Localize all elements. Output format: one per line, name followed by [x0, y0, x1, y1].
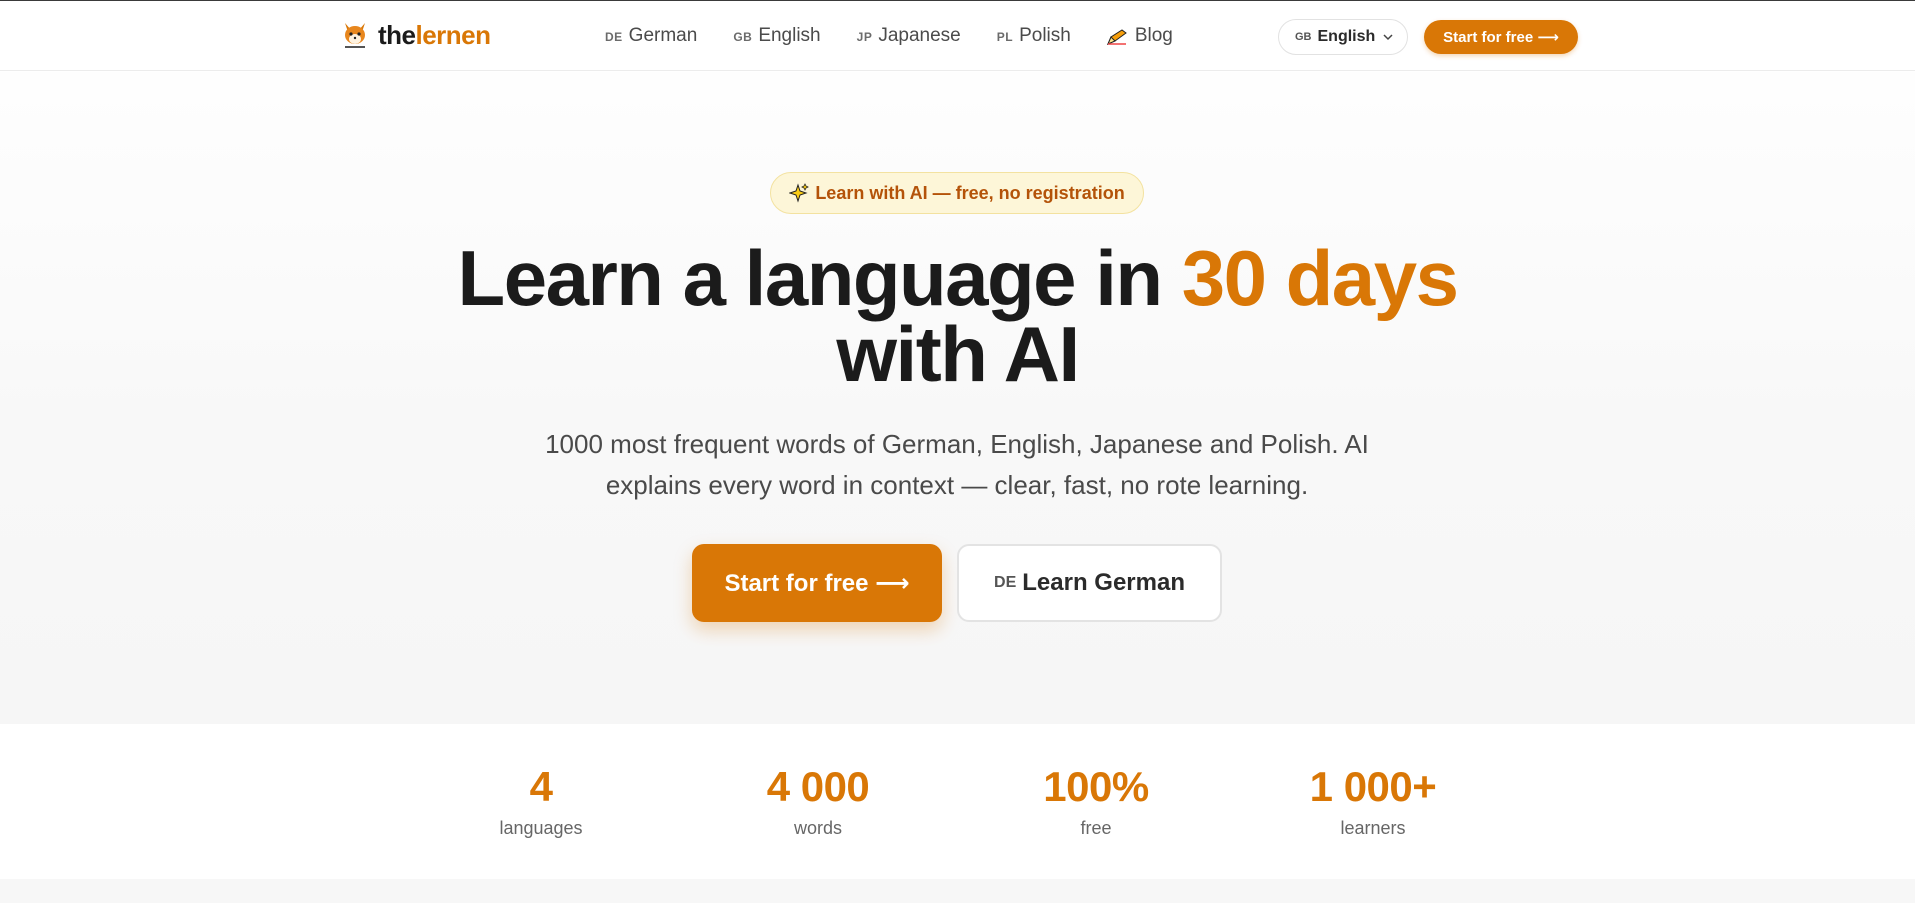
nav-label: Polish	[1019, 25, 1071, 46]
site-header: thelernen DE German GB English JP Japane…	[0, 1, 1915, 71]
stat-value: 1 000+	[1309, 763, 1437, 810]
stat-label: languages	[499, 818, 583, 838]
learn-german-label: Learn German	[1022, 569, 1185, 596]
logo-text-the: the	[378, 19, 416, 50]
nav-item-german[interactable]: DE German	[605, 25, 697, 47]
headline-text: with AI	[836, 310, 1080, 398]
headline-accent: 30 days	[1181, 234, 1459, 322]
flag-code-de: DE	[605, 30, 623, 44]
flag-code-gb: GB	[733, 30, 753, 44]
flag-code-de: DE	[994, 574, 1017, 591]
chevron-down-icon	[1383, 34, 1393, 41]
header-start-button[interactable]: Start for free ⟶	[1424, 20, 1578, 54]
nav-item-japanese[interactable]: JP Japanese	[857, 25, 961, 47]
stat-value: 100%	[1043, 763, 1149, 810]
stat-languages: 4 languages	[441, 764, 641, 839]
stat-value: 4 000	[766, 763, 870, 810]
fox-logo-icon	[345, 23, 365, 48]
nav-item-english[interactable]: GB English	[733, 25, 820, 47]
stat-label: learners	[1340, 818, 1406, 838]
nav-label: Japanese	[878, 25, 961, 46]
hero-headline: Learn a language in 30 days with AI	[0, 239, 1915, 393]
headline-text: Learn a language in	[457, 234, 1182, 322]
nav-item-blog[interactable]: Blog	[1106, 25, 1173, 47]
stat-words: 4 000 words	[718, 764, 918, 839]
sparkles-icon	[789, 183, 810, 203]
nav-label: German	[628, 25, 698, 46]
learn-german-button[interactable]: DE Learn German	[957, 544, 1222, 622]
ai-badge: Learn with AI — free, no registration	[770, 172, 1144, 214]
stat-value: 4	[529, 763, 553, 810]
stat-learners: 1 000+ learners	[1273, 764, 1473, 839]
stats-section: 4 languages 4 000 words 100% free 1 000+…	[0, 724, 1915, 879]
start-for-free-button[interactable]: Start for free ⟶	[692, 544, 942, 622]
site-logo[interactable]: thelernen	[340, 19, 491, 51]
nav-label: English	[758, 25, 821, 46]
logo-text-lernen: lernen	[415, 19, 492, 50]
nav-label: Blog	[1134, 25, 1173, 46]
hero-subtitle: 1000 most frequent words of German, Engl…	[545, 429, 1369, 500]
language-select[interactable]: GB English	[1278, 19, 1408, 55]
flag-code-pl: PL	[996, 30, 1014, 44]
stat-label: free	[1080, 818, 1112, 838]
pencil-icon	[1106, 29, 1127, 45]
hero-section: Learn with AI — free, no registration Le…	[0, 72, 1915, 724]
stat-free: 100% free	[996, 764, 1196, 839]
flag-code-gb: GB	[1295, 31, 1312, 43]
flag-code-jp: JP	[856, 30, 873, 44]
language-select-value: English	[1317, 28, 1376, 45]
nav-item-polish[interactable]: PL Polish	[997, 25, 1071, 47]
main-nav: DE German GB English JP Japanese PL Poli…	[605, 25, 1209, 47]
badge-text: Learn with AI — free, no registration	[815, 182, 1125, 203]
next-section-edge	[0, 879, 1915, 903]
stat-label: words	[793, 818, 842, 838]
